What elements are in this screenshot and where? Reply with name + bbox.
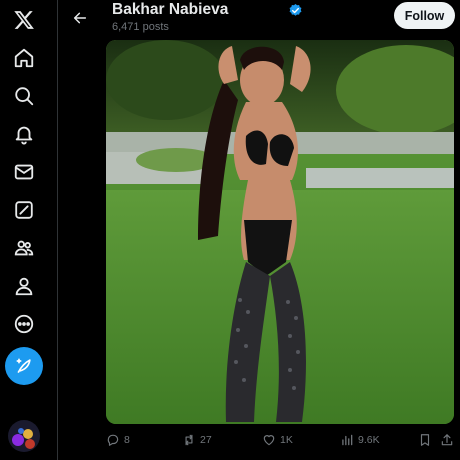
compose-button[interactable] <box>5 347 43 385</box>
reply-count: 8 <box>124 434 130 446</box>
grok-icon[interactable] <box>4 190 44 230</box>
repost-count: 27 <box>200 434 212 446</box>
views-chart-icon <box>342 434 353 446</box>
like-button[interactable]: 1K <box>262 428 293 452</box>
posts-count: 6,471 posts <box>112 21 169 33</box>
follow-button[interactable]: Follow <box>394 2 455 29</box>
bookmark-button[interactable] <box>418 428 432 452</box>
heart-icon <box>263 435 275 446</box>
compose-feather-icon <box>16 358 31 374</box>
reply-button[interactable]: 8 <box>106 428 130 452</box>
profile-icon[interactable] <box>4 266 44 306</box>
views-count: 9.6K <box>358 434 380 446</box>
like-count: 1K <box>280 434 293 446</box>
repost-button[interactable]: 27 <box>182 428 212 452</box>
search-icon[interactable] <box>4 76 44 116</box>
avatar[interactable] <box>8 420 40 452</box>
arrow-left-icon <box>73 12 87 24</box>
communities-icon[interactable] <box>4 228 44 268</box>
back-button[interactable] <box>66 4 94 32</box>
bookmark-icon <box>420 434 430 446</box>
sidebar <box>0 0 48 460</box>
post-photo[interactable] <box>106 40 454 424</box>
bell-icon[interactable] <box>4 114 44 154</box>
mail-icon[interactable] <box>4 152 44 192</box>
share-button[interactable] <box>440 428 454 452</box>
profile-header: Bakhar Nabieva 6,471 posts Follow <box>58 0 460 38</box>
views-button[interactable]: 9.6K <box>340 428 380 452</box>
more-icon[interactable] <box>4 304 44 344</box>
profile-name: Bakhar Nabieva <box>112 1 229 18</box>
post-actions: 8 27 1K 9.6K <box>58 428 460 452</box>
verified-badge-icon <box>289 3 302 16</box>
share-icon <box>441 434 453 446</box>
x-logo-icon[interactable] <box>4 0 44 40</box>
column-divider <box>57 0 58 460</box>
repost-icon <box>185 434 193 446</box>
home-icon[interactable] <box>4 38 44 78</box>
reply-icon <box>107 434 119 446</box>
